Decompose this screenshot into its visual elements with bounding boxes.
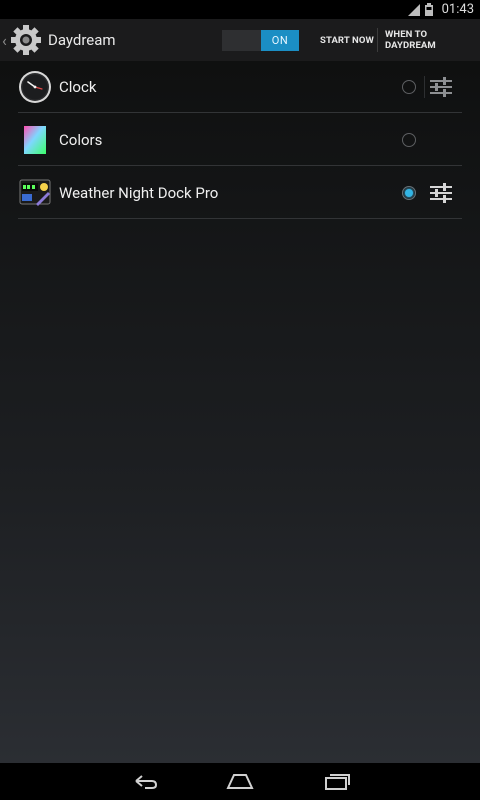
weather-night-dock-icon xyxy=(19,179,51,206)
daydream-toggle[interactable]: ON xyxy=(222,30,299,51)
navigation-bar xyxy=(0,763,480,800)
settings-gear-icon xyxy=(11,25,41,55)
dream-label: Clock xyxy=(59,78,97,96)
status-bar: 01:43 xyxy=(0,0,480,19)
when-to-daydream-button[interactable]: WHEN TO DAYDREAM xyxy=(385,19,480,61)
signal-icon xyxy=(407,3,420,16)
settings-sliders-icon[interactable] xyxy=(426,181,456,205)
chevron-left-icon: ‹ xyxy=(2,30,7,50)
row-divider xyxy=(424,76,425,98)
dream-radio-clock[interactable] xyxy=(402,80,416,94)
dream-row-clock[interactable]: Clock xyxy=(18,61,462,113)
battery-icon xyxy=(424,3,433,16)
home-icon[interactable] xyxy=(225,769,255,793)
clock-icon xyxy=(19,71,51,103)
colors-icon xyxy=(24,126,46,154)
dream-row-weather-night-dock-pro[interactable]: Weather Night Dock Pro xyxy=(18,167,462,219)
up-navigation[interactable]: ‹ Daydream xyxy=(0,19,116,61)
page-title: Daydream xyxy=(48,31,116,49)
clock-time: 01:43 xyxy=(441,2,474,17)
dream-label: Colors xyxy=(59,131,103,149)
toggle-thumb: ON xyxy=(261,30,299,51)
recent-apps-icon[interactable] xyxy=(322,769,352,793)
dream-radio-weather-night-dock-pro[interactable] xyxy=(402,186,416,200)
dream-list: Clock Colors Weather Night Dock Pro xyxy=(0,61,480,763)
back-icon[interactable] xyxy=(130,769,160,793)
dream-label: Weather Night Dock Pro xyxy=(59,184,219,202)
dream-radio-colors[interactable] xyxy=(402,133,416,147)
dream-row-colors[interactable]: Colors xyxy=(18,114,462,166)
settings-sliders-icon[interactable] xyxy=(426,75,456,99)
action-bar: ‹ Daydream ON START NOW WHEN TO DAYDREAM xyxy=(0,19,480,61)
action-divider xyxy=(377,28,378,52)
start-now-button[interactable]: START NOW xyxy=(320,19,374,61)
